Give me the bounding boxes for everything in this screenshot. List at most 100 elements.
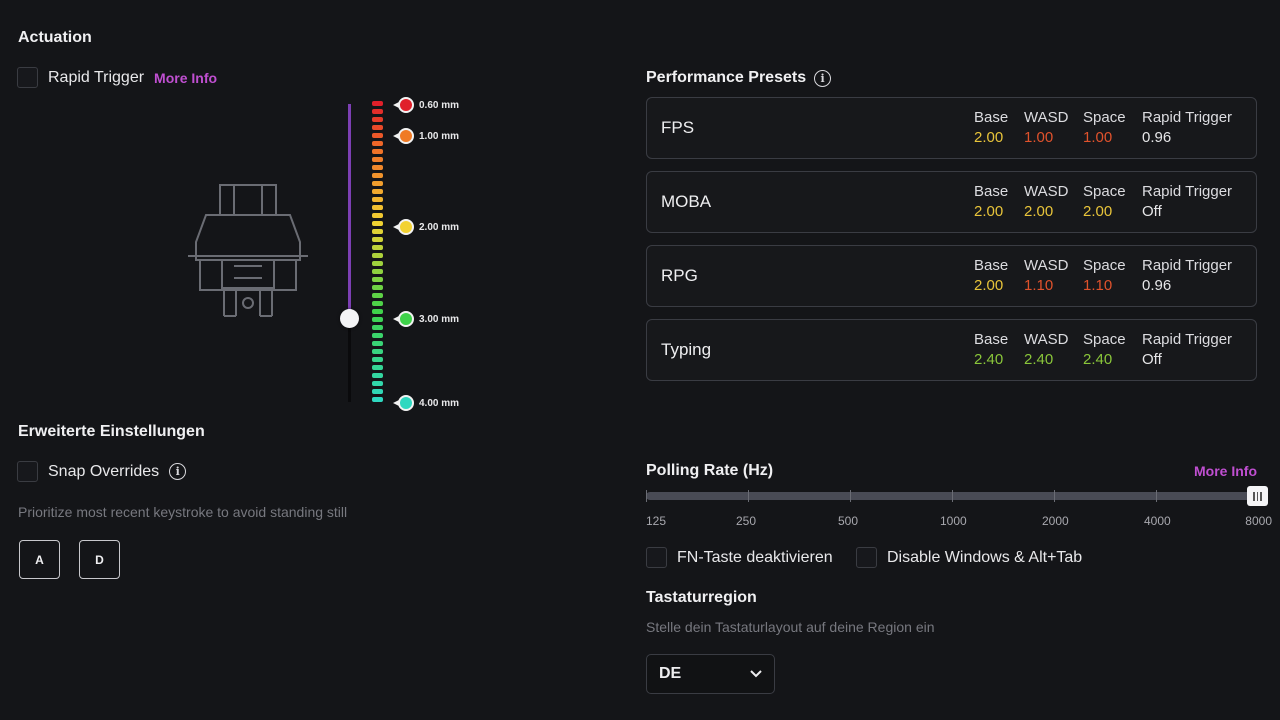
fn-key-checkbox[interactable] [646, 547, 667, 568]
polling-tick [1054, 490, 1055, 502]
preset-column-value: 2.00 [974, 129, 1004, 146]
advanced-settings-title: Erweiterte Einstellungen [18, 423, 205, 440]
preset-column-header: WASD [1024, 109, 1069, 126]
info-icon[interactable]: i [814, 69, 832, 87]
marker-3-00-dot [393, 311, 414, 327]
preset-column: Space 2.40 [1083, 330, 1142, 370]
depth-segment [372, 173, 383, 178]
polling-tick [646, 490, 647, 502]
snap-key-a[interactable]: A [19, 540, 60, 579]
polling-tick-label[interactable]: 500 [838, 514, 858, 528]
preset-column-header: Base [974, 257, 1009, 274]
preset-card-typing[interactable]: Typing Base 2.40 WASD 2.40 Space 2.40 Rapid Tri… [646, 319, 1257, 381]
marker-2-00[interactable]: 2.00 mm [393, 219, 459, 235]
marker-1-00-label: 1.00 mm [419, 130, 460, 142]
depth-segment [372, 397, 383, 402]
polling-tick [1156, 490, 1157, 502]
depth-segment [372, 141, 383, 146]
depth-segment [372, 365, 383, 370]
preset-column: Rapid Trigger Off [1142, 182, 1242, 222]
preset-name: MOBA [661, 192, 712, 211]
preset-column-header: Space [1083, 183, 1126, 200]
depth-segment [372, 245, 383, 250]
preset-column-header: Base [974, 331, 1009, 348]
disable-windows-checkbox[interactable] [856, 547, 877, 568]
preset-card-rpg[interactable]: RPG Base 2.00 WASD 1.10 Space 1.10 Rapid Trigge… [646, 245, 1257, 307]
depth-segment [372, 189, 383, 194]
preset-column: Space 1.10 [1083, 256, 1142, 296]
polling-tick [850, 490, 851, 502]
rapid-trigger-checkbox[interactable] [17, 67, 38, 88]
preset-column-value: 0.96 [1142, 129, 1172, 146]
marker-3-00[interactable]: 3.00 mm [393, 311, 460, 327]
marker-2-00-dot [393, 219, 414, 235]
polling-more-info-link[interactable]: More Info [1194, 463, 1257, 479]
preset-column: Base 2.00 [974, 256, 1024, 296]
polling-tick-label[interactable]: 1000 [940, 514, 967, 528]
rapid-trigger-more-info-link[interactable]: More Info [154, 70, 217, 86]
preset-column: WASD 2.40 [1024, 330, 1083, 370]
preset-column-value: 2.00 [974, 277, 1004, 294]
polling-tick-label[interactable]: 8000 [1245, 514, 1272, 528]
preset-values: Base 2.40 WASD 2.40 Space 2.40 Rapid Trigger Of… [974, 330, 1242, 370]
polling-tick-label[interactable]: 250 [736, 514, 756, 528]
preset-name: RPG [661, 266, 698, 285]
preset-column: Base 2.40 [974, 330, 1024, 370]
depth-segment [372, 197, 383, 202]
preset-column: Rapid Trigger 0.96 [1142, 256, 1242, 296]
preset-column: WASD 2.00 [1024, 182, 1083, 222]
depth-segment [372, 221, 383, 226]
preset-column-header: Space [1083, 331, 1126, 348]
actuation-title: Actuation [18, 29, 92, 46]
depth-segment [372, 333, 383, 338]
depth-segment [372, 309, 383, 314]
preset-column-value: Off [1142, 351, 1162, 368]
depth-segment [372, 373, 383, 378]
keyboard-region-title: Tastaturregion [646, 589, 757, 606]
marker-3-00-label: 3.00 mm [419, 313, 460, 325]
preset-column-header: Base [974, 109, 1009, 126]
actuation-track[interactable] [348, 318, 351, 402]
snap-overrides-description: Prioritize most recent keystroke to avoi… [18, 504, 348, 520]
preset-card-fps[interactable]: FPS Base 2.00 WASD 1.00 Space 1.00 Rapid Trigge… [646, 97, 1257, 159]
info-icon[interactable]: i [169, 463, 187, 480]
preset-column: Base 2.00 [974, 108, 1024, 148]
snap-key-d[interactable]: D [79, 540, 120, 579]
snap-overrides-checkbox[interactable] [17, 461, 38, 482]
depth-segment [372, 357, 383, 362]
switch-illustration-icon [188, 184, 308, 317]
polling-tick-label[interactable]: 125 [646, 514, 666, 528]
preset-card-moba[interactable]: MOBA Base 2.00 WASD 2.00 Space 2.00 Rapid Trigg… [646, 171, 1257, 233]
chevron-down-icon [750, 670, 762, 678]
depth-segment [372, 381, 383, 386]
marker-1-00[interactable]: 1.00 mm [393, 128, 460, 144]
marker-4-00[interactable]: 4.00 mm [393, 395, 459, 411]
preset-column-header: Rapid Trigger [1142, 331, 1233, 348]
polling-tick-label[interactable]: 2000 [1042, 514, 1069, 528]
snap-overrides-label: Snap Overrides [48, 462, 160, 480]
rapid-trigger-row: Rapid Trigger More Info [17, 67, 217, 88]
preset-column-header: Rapid Trigger [1142, 109, 1233, 126]
depth-segment [372, 389, 383, 394]
keyboard-region-select[interactable]: DE [646, 654, 775, 694]
disable-windows-toggle-row: Disable Windows & Alt+Tab [856, 547, 1082, 568]
marker-0-60[interactable]: 0.60 mm [393, 97, 459, 113]
depth-segment [372, 341, 383, 346]
rapid-trigger-label: Rapid Trigger [48, 68, 145, 86]
polling-rate-title: Polling Rate (Hz) [646, 462, 774, 479]
preset-column: Space 2.00 [1083, 182, 1142, 222]
depth-segment [372, 317, 383, 322]
preset-column-value: 1.10 [1083, 277, 1113, 294]
preset-column-value: 2.00 [974, 203, 1004, 220]
depth-segment [372, 261, 383, 266]
preset-column-header: Base [974, 183, 1009, 200]
preset-values: Base 2.00 WASD 1.00 Space 1.00 Rapid Trigger 0.… [974, 108, 1242, 148]
preset-column-header: WASD [1024, 183, 1069, 200]
actuation-slider-thumb[interactable] [340, 309, 359, 328]
polling-rate-thumb[interactable] [1247, 486, 1268, 506]
marker-0-60-dot [393, 97, 414, 113]
polling-tick-label[interactable]: 4000 [1144, 514, 1171, 528]
preset-column: Space 1.00 [1083, 108, 1142, 148]
preset-column-value: 2.40 [1083, 351, 1113, 368]
depth-segment [372, 301, 383, 306]
